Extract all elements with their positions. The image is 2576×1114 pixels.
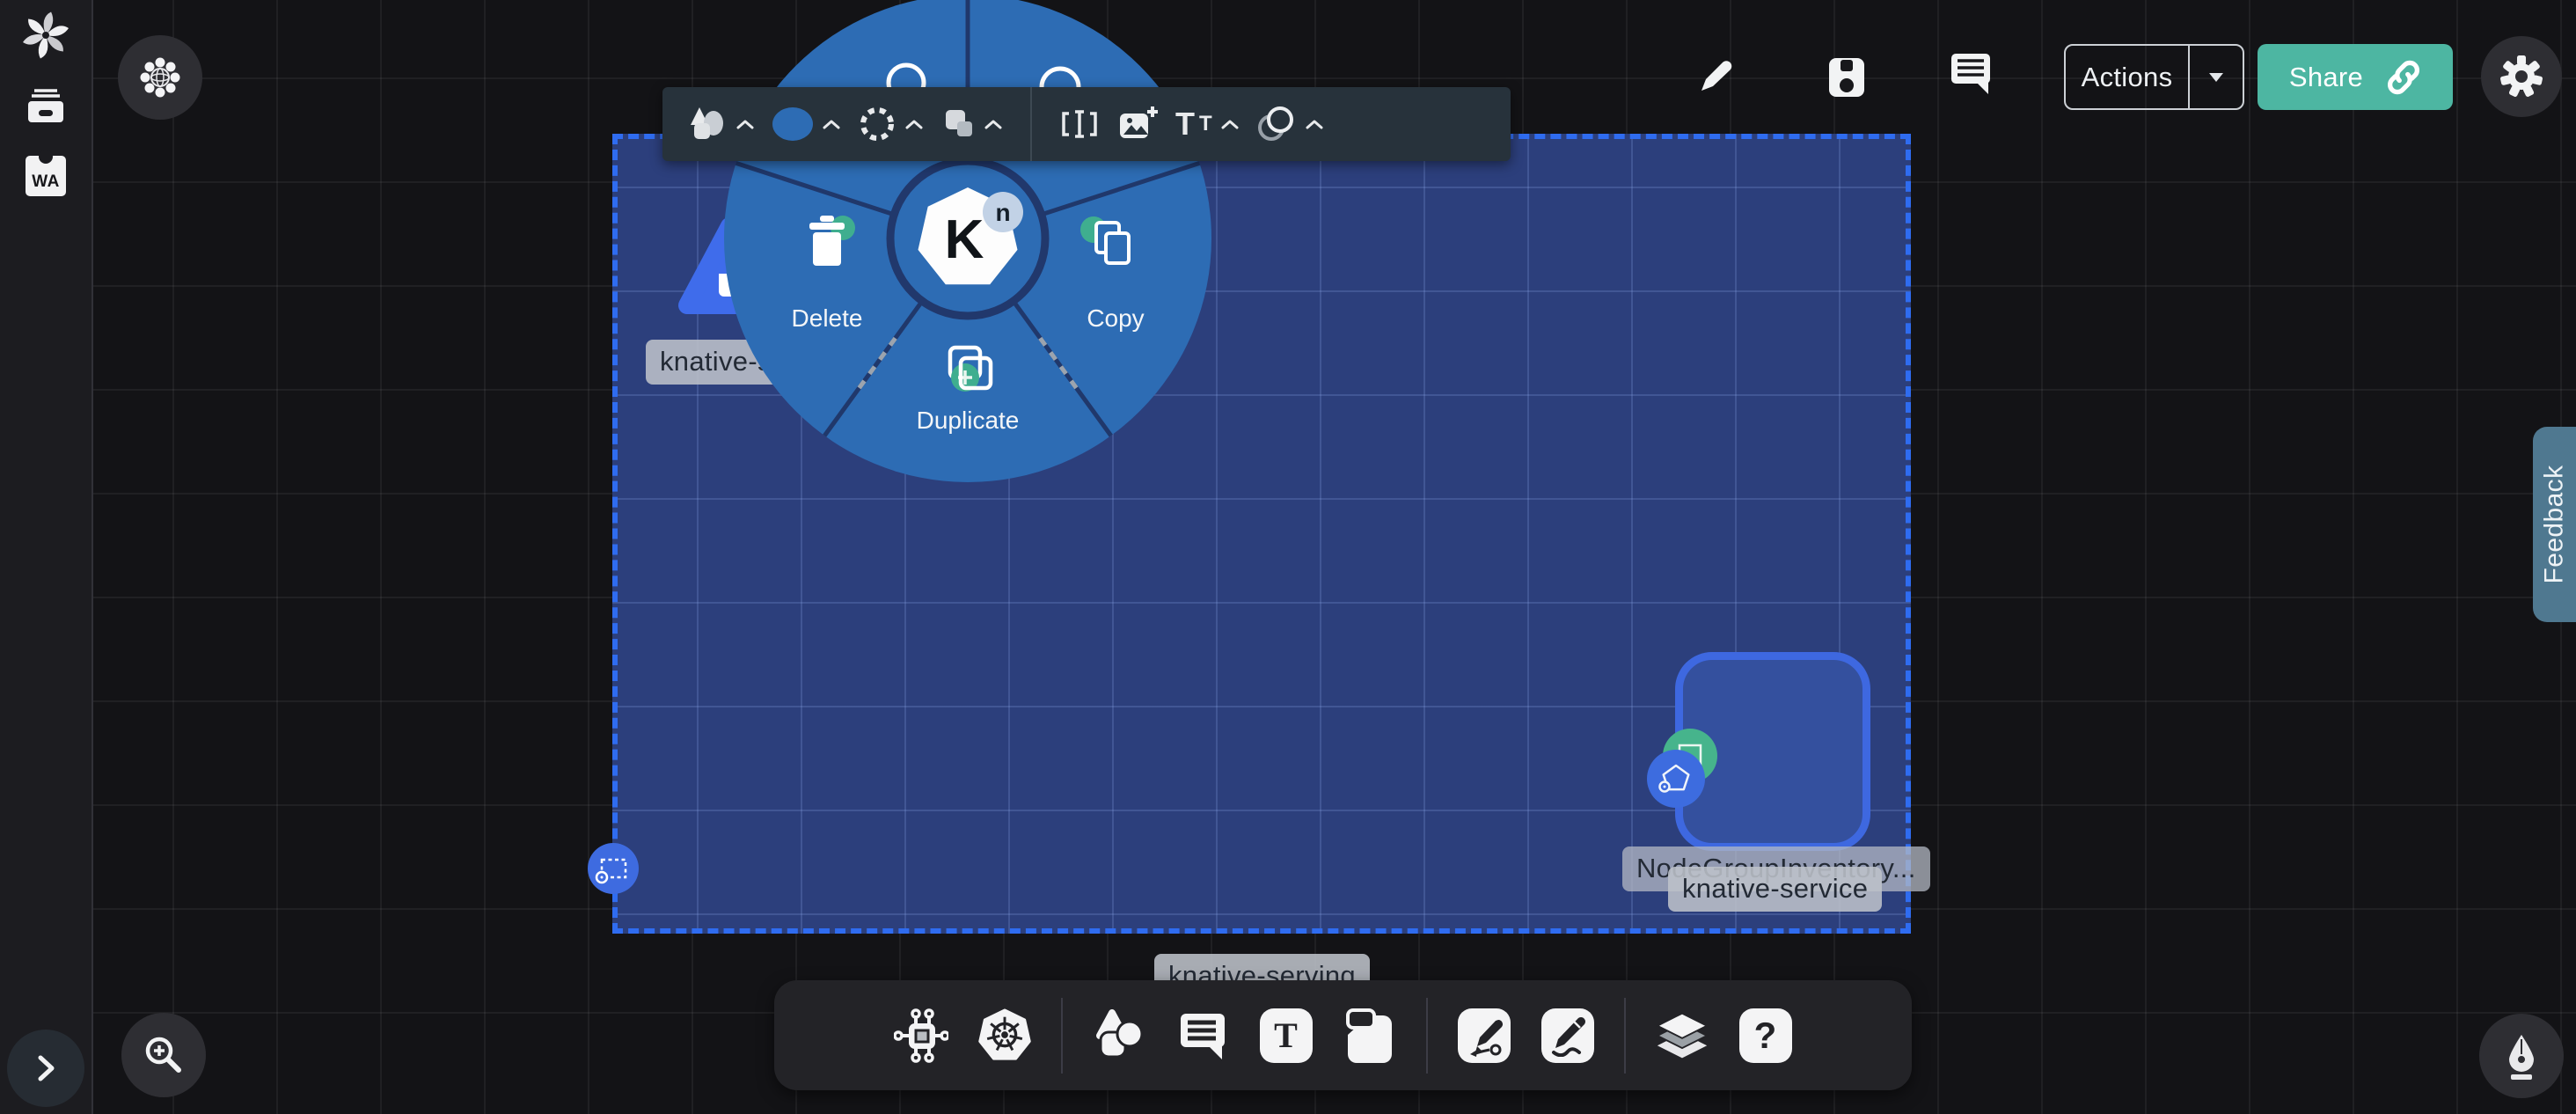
settings-button[interactable]: [2481, 36, 2562, 117]
dock-divider: [1624, 998, 1626, 1074]
comment-button[interactable]: [1949, 51, 1994, 97]
help-tile: ?: [1739, 1008, 1792, 1063]
stroke-style-button[interactable]: [858, 105, 924, 143]
shapes-icon: [1094, 1009, 1145, 1062]
zoom-in-icon: [141, 1032, 187, 1078]
caret-down-icon: [2209, 73, 2223, 82]
toolbar-divider: [1030, 87, 1032, 161]
text-tool-label: T: [1274, 1015, 1298, 1056]
infrastructure-tool[interactable]: [894, 1008, 948, 1063]
svg-text:n: n: [995, 199, 1010, 226]
pentagon-badge-icon: [1657, 759, 1695, 798]
connector-pen-icon: [1463, 1015, 1505, 1057]
dock-divider: [1426, 998, 1428, 1074]
svg-text:Duplicate: Duplicate: [917, 407, 1020, 434]
svg-text:K: K: [945, 209, 984, 270]
app-logo[interactable]: [21, 11, 70, 60]
menu-center-knative-node[interactable]: n K: [890, 161, 1045, 316]
kubernetes-tool[interactable]: [977, 1008, 1032, 1063]
svg-text:Copy: Copy: [1087, 304, 1144, 332]
save-button[interactable]: [1824, 55, 1870, 100]
knative-badge[interactable]: [1647, 750, 1705, 808]
text-tool-tile: T: [1260, 1008, 1313, 1063]
opacity-layers-button[interactable]: [1256, 105, 1324, 143]
freehand-pencil-icon: [1547, 1015, 1589, 1057]
replace-image-icon: [1116, 105, 1159, 143]
sidebar-item-webassembly[interactable]: WA: [21, 151, 70, 201]
text-tool[interactable]: T: [1259, 1008, 1314, 1063]
chevron-up-icon[interactable]: [822, 119, 841, 129]
selection-edge-handle[interactable]: [588, 843, 639, 894]
link-icon: [2386, 60, 2421, 95]
feedback-tab[interactable]: Feedback: [2533, 427, 2576, 622]
kubernetes-icon: [977, 1008, 1032, 1063]
fill-color-swatch: [772, 106, 814, 143]
resize-width-button[interactable]: [1059, 107, 1100, 141]
pinwheel-logo-icon: [21, 11, 70, 60]
svg-text:Delete: Delete: [792, 304, 863, 332]
connector-pen-tile: [1458, 1008, 1511, 1063]
bottom-toolbar: T: [774, 980, 1912, 1090]
share-label: Share: [2289, 62, 2363, 93]
help-label: ?: [1754, 1015, 1777, 1057]
layers-icon: [1655, 1008, 1709, 1063]
pen-nib-icon: [2499, 1032, 2543, 1080]
opacity-layers-icon: [1256, 105, 1297, 143]
selection-handle-icon: [588, 843, 639, 894]
share-button[interactable]: Share: [2258, 44, 2453, 110]
shape-style-button[interactable]: [687, 106, 755, 143]
frame-tool[interactable]: [1343, 1008, 1397, 1063]
chevron-up-icon[interactable]: [1220, 119, 1240, 129]
context-toolbar: T T: [662, 87, 1511, 161]
frame-icon: [1344, 1008, 1395, 1063]
actions-label: Actions: [2066, 46, 2188, 108]
freehand-pencil-tile: [1541, 1008, 1594, 1063]
resize-width-icon: [1059, 107, 1100, 141]
fill-color-button[interactable]: [772, 106, 841, 143]
radial-context-menu[interactable]: Delete Copy Duplicate n K: [721, 0, 1214, 485]
connector-pen-tool[interactable]: [1457, 1008, 1511, 1063]
freehand-pencil-tool[interactable]: [1540, 1008, 1595, 1063]
sidebar-item-inbox[interactable]: [21, 81, 70, 130]
chevron-up-icon[interactable]: [1305, 119, 1324, 129]
font-style-label-large: T: [1175, 108, 1195, 140]
actions-button[interactable]: Actions: [2064, 44, 2244, 110]
stroke-style-icon: [858, 105, 896, 143]
inbox-archive-icon: [24, 84, 68, 127]
edit-pencil-button[interactable]: [1694, 53, 1739, 99]
infrastructure-node-icon: [894, 1008, 948, 1063]
help-tool[interactable]: ?: [1738, 1008, 1793, 1063]
left-sidebar: WA: [0, 0, 93, 1114]
font-style-label-small: T: [1199, 114, 1212, 135]
copy-style-button[interactable]: [940, 106, 1003, 142]
replace-image-button[interactable]: [1116, 105, 1159, 143]
edit-pencil-icon: [1696, 55, 1737, 96]
shape-style-icon: [687, 106, 728, 143]
cluster-node-button[interactable]: [118, 35, 202, 120]
webassembly-notch: [39, 150, 53, 164]
feedback-label: Feedback: [2540, 465, 2570, 584]
zoom-in-button[interactable]: [121, 1013, 206, 1097]
gear-icon: [2499, 54, 2544, 99]
pen-tool-button[interactable]: [2479, 1014, 2564, 1098]
chevron-up-icon[interactable]: [904, 119, 924, 129]
save-disk-icon: [1827, 56, 1866, 99]
font-style-button[interactable]: T T: [1175, 108, 1240, 140]
actions-dropdown-arrow[interactable]: [2188, 46, 2243, 108]
comment-tool[interactable]: [1175, 1008, 1230, 1063]
webassembly-icon: WA: [26, 156, 66, 196]
node-label-knative-service: knative-service: [1668, 867, 1882, 912]
node-cluster-icon: [137, 55, 183, 100]
chevron-right-icon: [31, 1053, 61, 1083]
chevron-up-icon[interactable]: [735, 119, 755, 129]
layers-tool[interactable]: [1655, 1008, 1709, 1063]
comment-icon: [1950, 52, 1994, 96]
copy-style-icon: [940, 106, 976, 142]
chevron-up-icon[interactable]: [984, 119, 1003, 129]
dock-divider: [1061, 998, 1063, 1074]
expand-sidebar-button[interactable]: [7, 1030, 84, 1107]
shapes-tool[interactable]: [1092, 1008, 1146, 1063]
comment-tool-icon: [1178, 1010, 1227, 1061]
